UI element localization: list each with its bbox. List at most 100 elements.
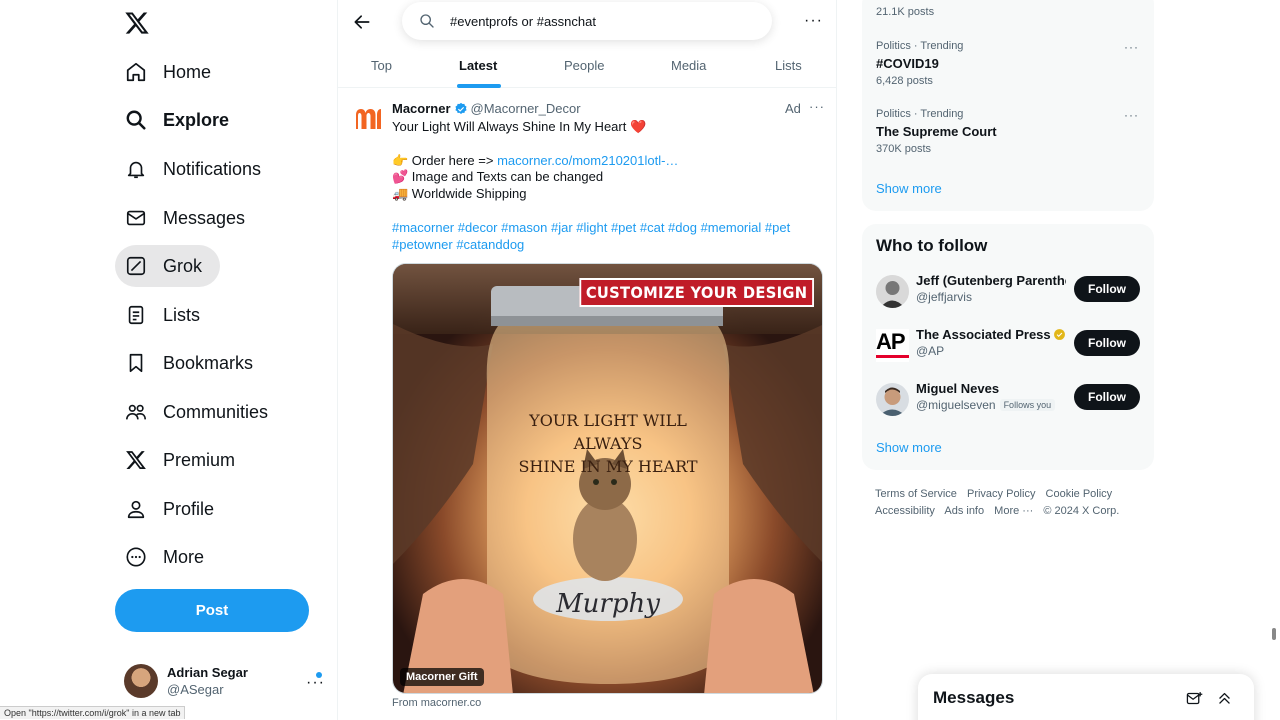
media-source-tag: Macorner Gift	[400, 668, 484, 686]
nav-messages[interactable]: Messages	[115, 197, 263, 239]
left-navigation: Home Explore Notifications Messages Grok…	[112, 0, 337, 720]
new-message-icon[interactable]	[1186, 690, 1203, 707]
home-icon	[125, 61, 147, 83]
account-switcher[interactable]: Adrian Segar @ASegar ···	[124, 664, 324, 698]
nav-premium[interactable]: Premium	[115, 439, 253, 481]
nav-notifications[interactable]: Notifications	[115, 148, 279, 190]
jar-photo	[393, 264, 822, 693]
follow-show-more[interactable]: Show more	[876, 440, 942, 455]
tab-lists[interactable]: Lists	[775, 58, 802, 73]
follow-suggestion[interactable]: AP The Associated Press @AP Follow	[876, 326, 1142, 366]
nav-label: Premium	[163, 449, 236, 470]
search-options-icon[interactable]: ···	[804, 12, 823, 30]
footer-link[interactable]: Ads info	[944, 505, 984, 517]
back-arrow-icon[interactable]	[352, 12, 372, 32]
scrollbar-thumb[interactable]	[1272, 628, 1276, 640]
follows-you-badge: Follows you	[999, 399, 1056, 411]
messages-drawer-title: Messages	[933, 688, 1015, 707]
footer-link[interactable]: Privacy Policy	[967, 488, 1035, 500]
tweet-media[interactable]: CUSTOMIZE YOUR DESIGN YOUR LIGHT WILL AL…	[392, 263, 823, 694]
nav-grok[interactable]: Grok	[115, 245, 221, 287]
avatar	[124, 664, 158, 698]
post-button[interactable]: Post	[115, 589, 309, 632]
nav-label: Bookmarks	[163, 352, 254, 373]
footer-link[interactable]: Terms of Service	[875, 488, 957, 500]
follow-name: The Associated Press	[916, 327, 1066, 342]
tweet-line: 👉 Order here => macorner.co/mom210201lot…	[392, 153, 822, 170]
tab-latest[interactable]: Latest	[459, 58, 497, 73]
follow-handle-text: @miguelseven	[916, 398, 996, 412]
nav-communities[interactable]: Communities	[115, 391, 286, 433]
nav-explore[interactable]: Explore	[115, 99, 247, 141]
nav-label: Home	[163, 61, 212, 82]
avatar	[876, 275, 909, 308]
who-to-follow-title: Who to follow	[876, 236, 988, 255]
follow-suggestion[interactable]: Jeff (Gutenberg Parenthe @jeffjarvis Fol…	[876, 272, 1142, 312]
person-icon	[125, 498, 147, 520]
trend-count: 21.1K posts	[876, 6, 935, 18]
ad-source[interactable]: From macorner.co	[392, 697, 481, 709]
follow-handle: @miguelseven Follows you	[916, 398, 1056, 412]
jar-pet-name: Murphy	[556, 589, 660, 619]
messages-drawer[interactable]: Messages	[918, 674, 1254, 720]
trend-more-icon[interactable]: ···	[1124, 108, 1139, 122]
user-handle: @ASegar	[167, 682, 224, 697]
trend-count: 6,428 posts	[876, 75, 933, 87]
trend-meta: Politics · Trending	[876, 40, 964, 52]
envelope-icon	[125, 207, 147, 229]
people-icon	[125, 401, 147, 423]
trend-title[interactable]: #COVID19	[876, 56, 939, 71]
x-icon	[125, 449, 147, 471]
search-icon	[125, 109, 147, 131]
follow-suggestion[interactable]: Miguel Neves @miguelseven Follows you Fol…	[876, 380, 1142, 420]
nav-label: Notifications	[163, 158, 262, 179]
who-to-follow-panel: Who to follow Jeff (Gutenberg Parenthe @…	[862, 224, 1154, 470]
jar-caption-line: SHINE IN MY HEART	[518, 457, 698, 476]
ap-logo-text: AP	[876, 329, 906, 354]
tab-top[interactable]: Top	[371, 58, 392, 73]
footer-link[interactable]: Cookie Policy	[1046, 488, 1113, 500]
more-dots-icon: ···	[306, 674, 325, 691]
hashtags[interactable]: #macorner #decor #mason #jar #light #pet…	[392, 220, 822, 237]
nav-bookmarks[interactable]: Bookmarks	[115, 342, 271, 384]
nav-label: Explore	[163, 109, 230, 130]
follow-name: Miguel Neves	[916, 381, 1000, 396]
tweet-author-name: Macorner	[392, 101, 451, 116]
nav-profile[interactable]: Profile	[115, 488, 232, 530]
nav-label: Profile	[163, 498, 215, 519]
order-prefix: 👉 Order here =>	[392, 152, 498, 168]
x-logo-icon[interactable]	[124, 10, 150, 36]
tweet-more-icon[interactable]: ···	[809, 99, 825, 114]
user-name: Adrian Segar	[167, 665, 248, 680]
trend-more-icon[interactable]: ···	[1124, 40, 1139, 54]
tweet-author-handle: @Macorner_Decor	[470, 101, 581, 116]
more-circle-icon	[125, 546, 147, 568]
right-sidebar: 21.1K posts Politics · Trending #COVID19…	[862, 0, 1154, 720]
nav-home[interactable]: Home	[115, 51, 229, 93]
footer-links: Terms of Service Privacy Policy Cookie P…	[875, 486, 1145, 520]
jar-caption: YOUR LIGHT WILL ALWAYS SHINE IN MY HEART	[503, 409, 713, 478]
nav-label: Messages	[163, 207, 246, 228]
expand-chevron-icon[interactable]	[1216, 690, 1233, 707]
trends-panel: 21.1K posts Politics · Trending #COVID19…	[862, 0, 1154, 211]
footer-link[interactable]: Accessibility	[875, 505, 935, 517]
trends-show-more[interactable]: Show more	[876, 181, 942, 196]
tab-media[interactable]: Media	[671, 58, 706, 73]
tweet-line: Your Light Will Always Shine In My Heart…	[392, 119, 647, 134]
tweet-author[interactable]: Macorner @Macorner_Decor	[392, 101, 581, 116]
order-link[interactable]: macorner.co/mom210201lotl-…	[497, 153, 678, 168]
macorner-logo-icon[interactable]	[353, 103, 385, 135]
nav-more[interactable]: More	[115, 536, 222, 578]
trend-title[interactable]: The Supreme Court	[876, 124, 997, 139]
follow-button[interactable]: Follow	[1074, 330, 1140, 356]
footer-link[interactable]: More ···	[994, 505, 1033, 517]
hashtags[interactable]: #petowner #catanddog	[392, 237, 822, 254]
tab-people[interactable]: People	[564, 58, 604, 73]
copyright: © 2024 X Corp.	[1043, 505, 1120, 517]
ad-label: Ad	[785, 101, 801, 116]
search-input[interactable]: #eventprofs or #assnchat	[402, 2, 772, 40]
jar-caption-line: YOUR LIGHT WILL ALWAYS	[529, 411, 687, 453]
follow-button[interactable]: Follow	[1074, 384, 1140, 410]
follow-button[interactable]: Follow	[1074, 276, 1140, 302]
nav-lists[interactable]: Lists	[115, 294, 218, 336]
